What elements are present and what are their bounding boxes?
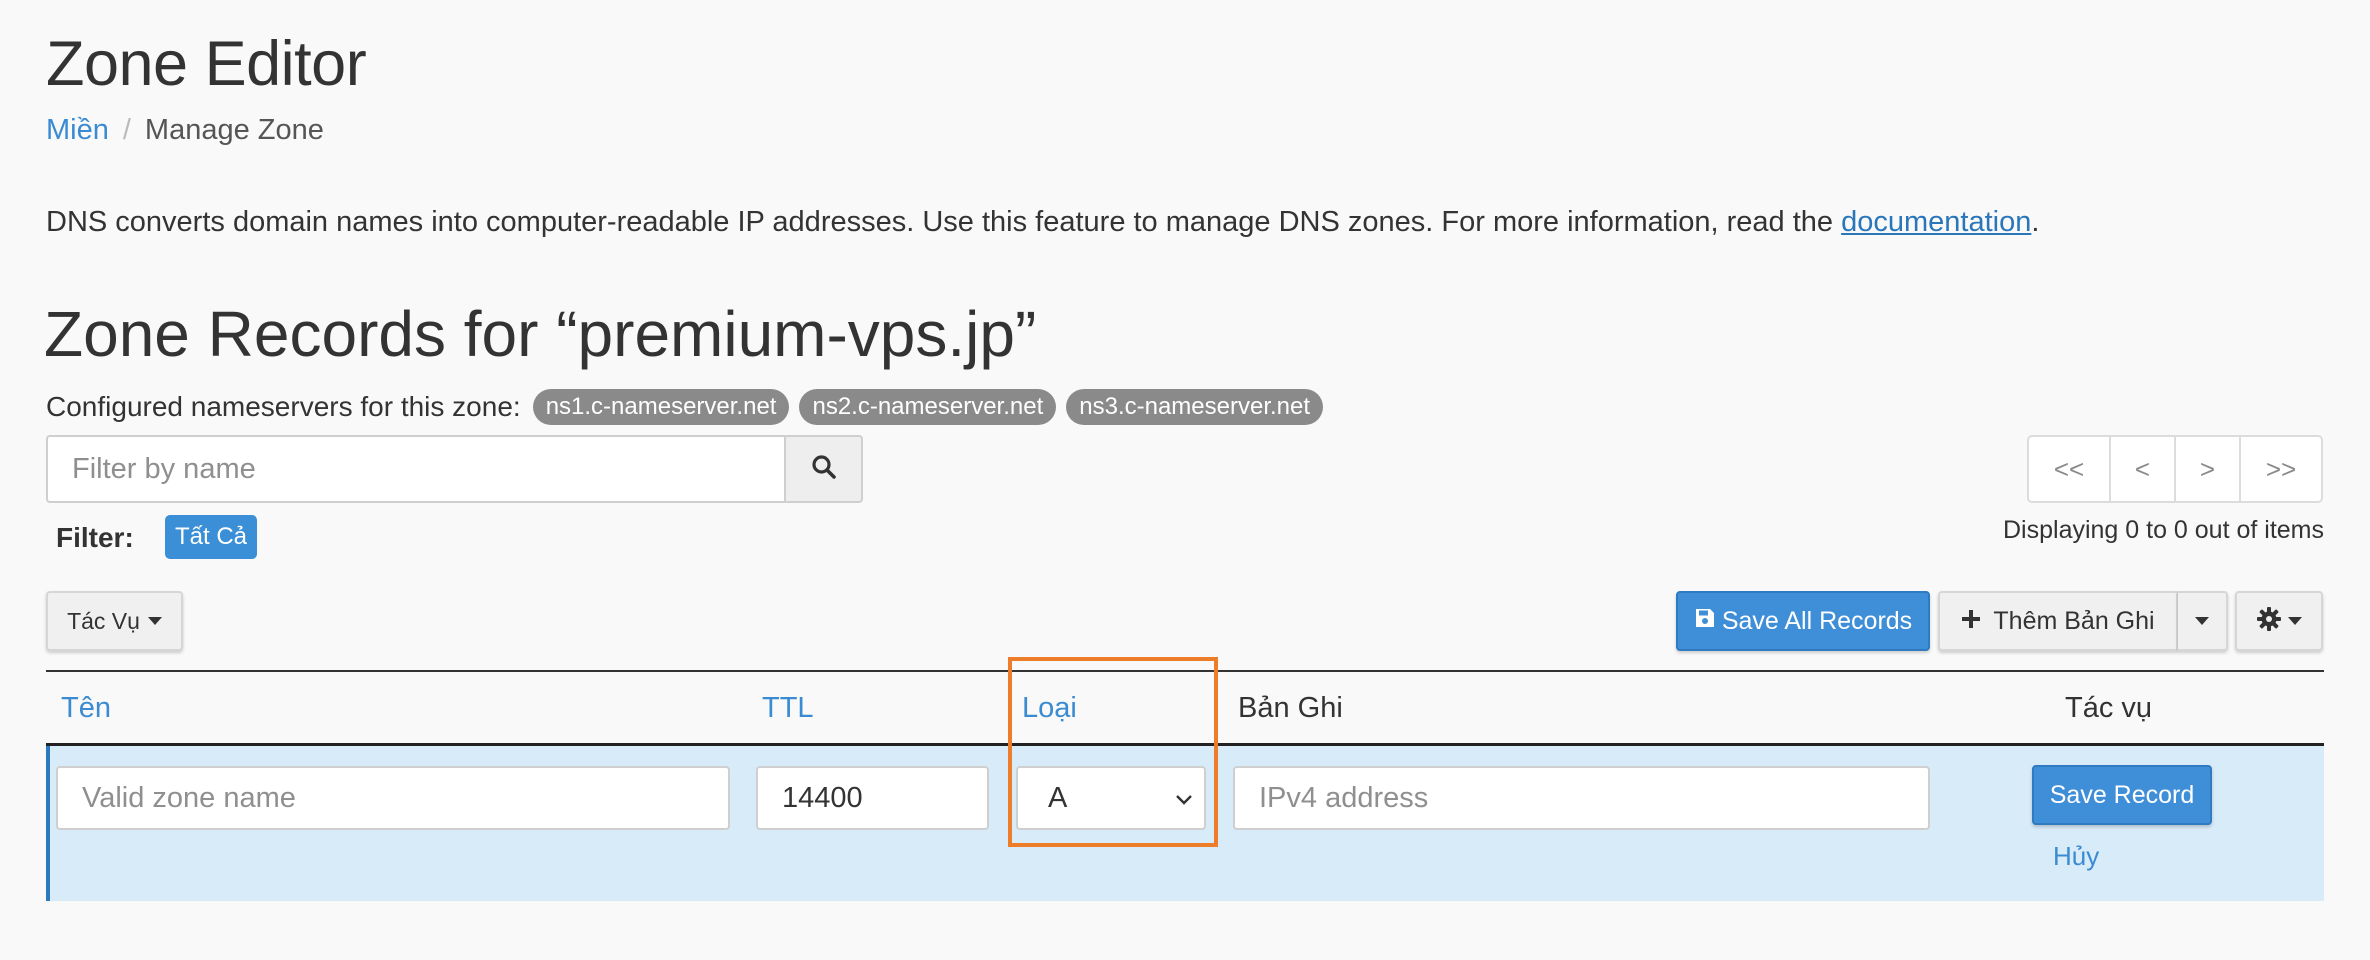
intro-body: DNS converts domain names into computer-…	[46, 206, 1842, 238]
caret-down-icon	[2288, 617, 2302, 625]
column-header-record: Bản Ghi	[1238, 692, 1343, 724]
intro-suffix: .	[2031, 206, 2040, 238]
column-header-actions: Tác vụ	[2065, 692, 2153, 724]
filter-by-name-input[interactable]	[46, 435, 784, 503]
filter-all-tag[interactable]: Tất Cả	[165, 515, 258, 559]
search-icon	[811, 454, 837, 485]
filter-search-group	[46, 435, 863, 503]
nameservers-row: Configured nameservers for this zone: ns…	[46, 387, 1333, 427]
chevron-down-icon	[1174, 782, 1194, 815]
nameserver-badge: ns3.c-nameserver.net	[1066, 389, 1324, 425]
documentation-link[interactable]: documentation	[1841, 206, 2031, 238]
page-last-button[interactable]: >>	[2239, 435, 2323, 503]
save-all-records-label: Save All Records	[1721, 606, 1913, 635]
record-type-select[interactable]: A	[1016, 766, 1206, 830]
filter-label: Filter:	[56, 522, 134, 553]
column-header-name[interactable]: Tên	[61, 688, 111, 728]
add-record-label: Thêm Bản Ghi	[1993, 606, 2155, 635]
breadcrumb-separator: /	[122, 114, 131, 146]
breadcrumb: Miền / Manage Zone	[46, 110, 324, 150]
page-next-button[interactable]: >	[2174, 435, 2241, 503]
floppy-disk-icon	[1694, 607, 1716, 636]
caret-down-icon	[147, 617, 162, 625]
table-top-border	[46, 670, 2324, 672]
record-type-value: A	[1048, 781, 1068, 814]
actions-label: Tác Vụ	[67, 607, 140, 634]
gear-icon	[2256, 606, 2282, 637]
caret-down-icon	[2195, 617, 2209, 625]
intro-text: DNS converts domain names into computer-…	[46, 202, 2039, 242]
page-first-button[interactable]: <<	[2027, 435, 2111, 503]
page-prev-button[interactable]: <	[2109, 435, 2176, 503]
display-count: Displaying 0 to 0 out of items	[2003, 516, 2324, 544]
search-button[interactable]	[784, 435, 863, 503]
column-header-ttl[interactable]: TTL	[762, 688, 814, 728]
cancel-link[interactable]: Hủy	[2053, 838, 2099, 874]
zone-records-heading: Zone Records for “premium-vps.jp”	[44, 298, 1037, 370]
zone-name-input[interactable]	[56, 766, 730, 830]
column-header-type[interactable]: Loại	[1022, 688, 1077, 728]
save-record-button[interactable]: Save Record	[2032, 765, 2212, 825]
plus-icon	[1961, 607, 1981, 636]
add-record-dropdown-toggle[interactable]	[2178, 591, 2228, 651]
settings-dropdown-button[interactable]	[2235, 591, 2323, 651]
save-all-records-button[interactable]: Save All Records	[1676, 591, 1930, 651]
ttl-input[interactable]	[756, 766, 989, 830]
page-title: Zone Editor	[46, 29, 367, 99]
add-record-split-button: Thêm Bản Ghi	[1938, 591, 2228, 651]
pagination: << < > >>	[2027, 435, 2323, 503]
record-value-input[interactable]	[1233, 766, 1930, 830]
breadcrumb-current: Manage Zone	[144, 114, 324, 146]
breadcrumb-link-domains[interactable]: Miền	[46, 114, 109, 146]
nameservers-label: Configured nameservers for this zone:	[46, 391, 521, 422]
nameserver-badge: ns2.c-nameserver.net	[799, 389, 1057, 425]
add-record-button[interactable]: Thêm Bản Ghi	[1938, 591, 2178, 651]
actions-dropdown-button[interactable]: Tác Vụ	[46, 591, 183, 651]
nameserver-badge: ns1.c-nameserver.net	[532, 389, 790, 425]
